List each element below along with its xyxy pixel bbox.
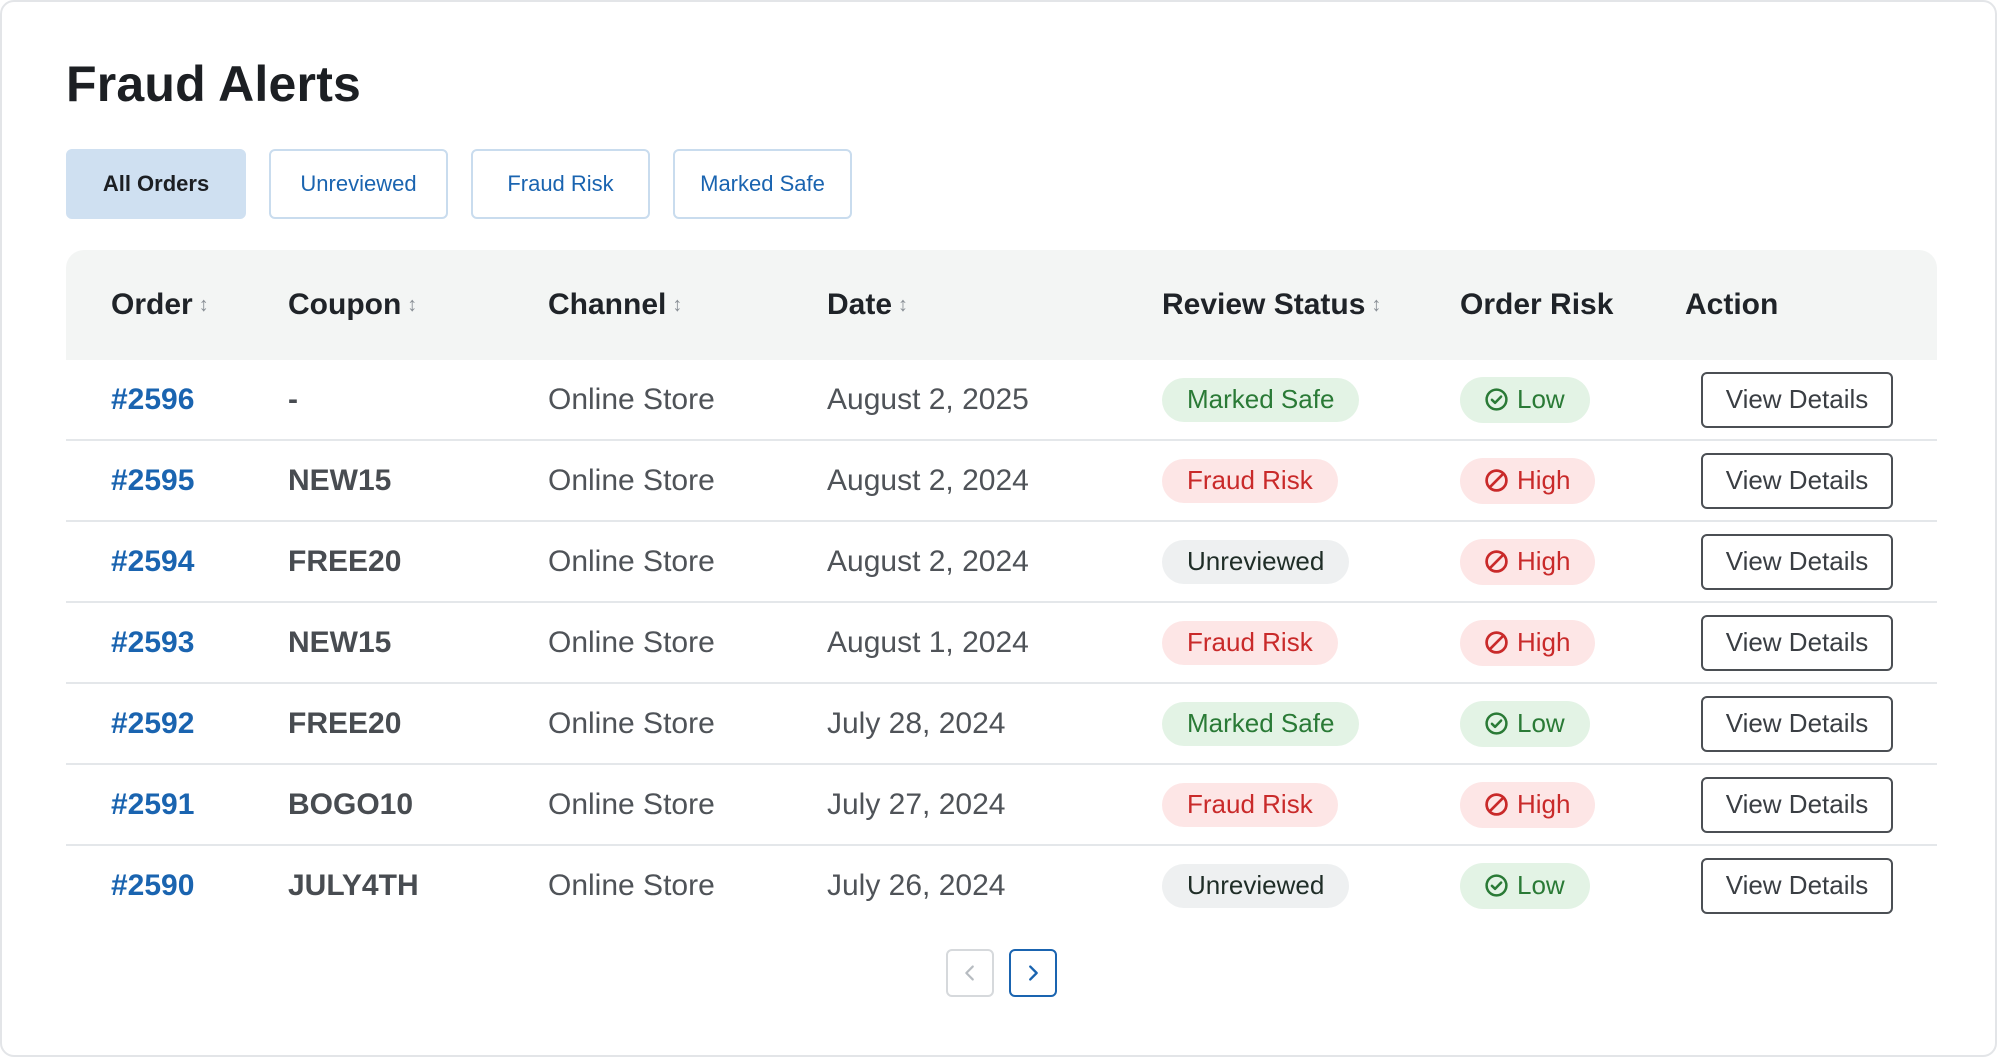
review-status-badge: Unreviewed [1162,539,1350,584]
check-circle-icon [1485,388,1508,411]
column-header-review-status[interactable]: Review Status ↕ [1162,250,1381,360]
table-row: #2591 BOGO10 Online Store July 27, 2024 Frau… [66,765,1937,846]
review-status-badge: Fraud Risk [1162,458,1338,503]
view-details-button[interactable]: View Details [1701,614,1893,671]
channel-text: Online Store [548,544,715,578]
order-risk-label: High [1517,465,1571,495]
order-risk-label: High [1517,789,1571,819]
order-link[interactable]: #2594 [111,545,194,579]
order-risk-badge: Low [1460,862,1590,909]
channel-text: Online Store [548,463,715,497]
order-date: August 2, 2025 [827,382,1029,416]
channel-text: Online Store [548,787,715,821]
table-body: #2596 - Online Store August 2, 2025 Marked S… [66,360,1937,925]
chevron-left-icon [965,965,974,981]
orders-table: Order ↕ Coupon ↕ Channel ↕ Date ↕ Review Sta… [66,250,1937,925]
column-header-channel[interactable]: Channel ↕ [548,250,682,360]
table-row: #2595 NEW15 Online Store August 2, 2024 Frau… [66,441,1937,522]
coupon-code: FREE20 [288,706,402,740]
column-header-order[interactable]: Order ↕ [111,250,209,360]
order-link[interactable]: #2591 [111,788,194,822]
prohibited-icon [1485,631,1508,654]
view-details-button[interactable]: View Details [1701,857,1893,914]
prohibited-icon [1485,550,1508,573]
order-risk-label: Low [1517,384,1565,414]
prohibited-icon [1485,793,1508,816]
sort-arrows-icon[interactable]: ↕ [898,294,908,317]
next-page-button[interactable] [1009,949,1057,997]
coupon-code: NEW15 [288,625,392,659]
table-row: #2596 - Online Store August 2, 2025 Marked S… [66,360,1937,441]
view-details-button[interactable]: View Details [1701,452,1893,509]
order-risk-badge: High [1460,538,1596,585]
table-row: #2590 JULY4TH Online Store July 26, 2024 Unr… [66,846,1937,925]
review-status-badge: Marked Safe [1162,701,1360,746]
view-details-button[interactable]: View Details [1701,533,1893,590]
order-risk-badge: Low [1460,376,1590,423]
tab-unreviewed[interactable]: Unreviewed [269,149,448,219]
order-risk-badge: High [1460,619,1596,666]
order-link[interactable]: #2596 [111,383,194,417]
filter-tabs: All Orders Unreviewed Fraud Risk Marked … [66,149,852,219]
order-risk-label: High [1517,546,1571,576]
review-status-badge: Fraud Risk [1162,782,1338,827]
review-status-badge: Unreviewed [1162,863,1350,908]
review-status-badge: Marked Safe [1162,377,1360,422]
coupon-code: - [288,382,298,416]
order-risk-badge: High [1460,781,1596,828]
order-link[interactable]: #2595 [111,464,194,498]
order-risk-badge: Low [1460,700,1590,747]
coupon-code: BOGO10 [288,787,414,821]
fraud-alerts-card: Fraud Alerts All Orders Unreviewed Fraud… [0,0,1997,1057]
sort-arrows-icon[interactable]: ↕ [199,294,209,317]
sort-arrows-icon[interactable]: ↕ [1371,294,1381,317]
check-circle-icon [1485,874,1508,897]
column-header-date[interactable]: Date ↕ [827,250,908,360]
order-link[interactable]: #2593 [111,626,194,660]
table-row: #2594 FREE20 Online Store August 2, 2024 Unr… [66,522,1937,603]
order-risk-label: Low [1517,870,1565,900]
channel-text: Online Store [548,382,715,416]
order-risk-badge: High [1460,457,1596,504]
previous-page-button[interactable] [946,949,994,997]
view-details-button[interactable]: View Details [1701,776,1893,833]
channel-text: Online Store [548,706,715,740]
order-date: July 28, 2024 [827,706,1006,740]
sort-arrows-icon[interactable]: ↕ [407,294,417,317]
view-details-button[interactable]: View Details [1701,695,1893,752]
channel-text: Online Store [548,625,715,659]
view-details-button[interactable]: View Details [1701,371,1893,428]
tab-marked-safe[interactable]: Marked Safe [673,149,852,219]
column-header-coupon[interactable]: Coupon ↕ [288,250,417,360]
coupon-code: JULY4TH [288,868,419,902]
prohibited-icon [1485,469,1508,492]
sort-arrows-icon[interactable]: ↕ [672,294,682,317]
check-circle-icon [1485,712,1508,735]
page-title: Fraud Alerts [66,56,362,112]
tab-fraud-risk[interactable]: Fraud Risk [471,149,650,219]
order-link[interactable]: #2590 [111,869,194,903]
order-risk-label: High [1517,627,1571,657]
chevron-right-icon [1029,965,1038,981]
pagination [946,949,1057,997]
column-header-action: Action [1685,288,1779,321]
table-row: #2593 NEW15 Online Store August 1, 2024 Frau… [66,603,1937,684]
order-date: August 1, 2024 [827,625,1029,659]
coupon-code: FREE20 [288,544,402,578]
channel-text: Online Store [548,868,715,902]
order-risk-label: Low [1517,708,1565,738]
tab-all-orders[interactable]: All Orders [66,149,246,219]
coupon-code: NEW15 [288,463,392,497]
order-link[interactable]: #2592 [111,707,194,741]
order-date: July 26, 2024 [827,868,1006,902]
table-header: Order ↕ Coupon ↕ Channel ↕ Date ↕ Review Sta… [66,250,1937,360]
table-row: #2592 FREE20 Online Store July 28, 2024 Mark… [66,684,1937,765]
order-date: August 2, 2024 [827,544,1029,578]
column-header-order-risk: Order Risk [1460,288,1614,321]
order-date: August 2, 2024 [827,463,1029,497]
review-status-badge: Fraud Risk [1162,620,1338,665]
order-date: July 27, 2024 [827,787,1006,821]
